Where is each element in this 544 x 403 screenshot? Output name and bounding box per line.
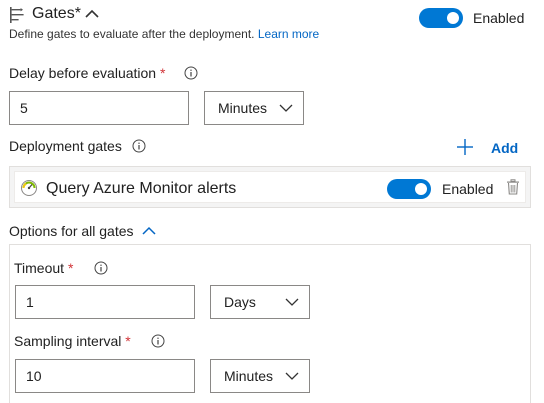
delay-unit-value: Minutes bbox=[218, 100, 268, 116]
timeout-unit-dropdown[interactable]: Days bbox=[210, 285, 310, 319]
gates-enabled-label: Enabled bbox=[473, 10, 525, 26]
chevron-down-icon bbox=[285, 298, 299, 306]
gates-enabled-toggle[interactable] bbox=[419, 8, 463, 28]
gate-enabled-label: Enabled bbox=[442, 181, 494, 197]
gate-row[interactable]: Query Azure Monitor alerts Enabled bbox=[14, 171, 526, 203]
gate-card: Query Azure Monitor alerts Enabled bbox=[9, 166, 531, 208]
info-icon[interactable] bbox=[151, 334, 165, 348]
timeout-input[interactable]: 1 bbox=[15, 285, 195, 319]
required-mark: * bbox=[160, 65, 166, 81]
gates-description-text: Define gates to evaluate after the deplo… bbox=[9, 27, 255, 41]
sampling-label-text: Sampling interval bbox=[14, 333, 122, 349]
sampling-unit-value: Minutes bbox=[224, 368, 274, 384]
chevron-down-icon bbox=[279, 104, 293, 112]
required-mark: * bbox=[67, 260, 74, 276]
azure-monitor-icon bbox=[21, 180, 37, 196]
info-icon[interactable] bbox=[94, 261, 108, 275]
chevron-up-icon[interactable] bbox=[141, 223, 157, 239]
delay-input[interactable]: 5 bbox=[9, 91, 189, 125]
plus-icon[interactable] bbox=[456, 138, 474, 156]
chevron-down-icon bbox=[285, 372, 299, 380]
deployment-gates-label: Deployment gates bbox=[9, 138, 122, 154]
gates-title: Gates* bbox=[32, 5, 81, 22]
options-label: Options for all gates bbox=[9, 223, 134, 239]
info-icon[interactable] bbox=[184, 66, 198, 80]
gate-name: Query Azure Monitor alerts bbox=[46, 180, 237, 197]
learn-more-link[interactable]: Learn more bbox=[258, 27, 319, 41]
gates-icon bbox=[10, 7, 24, 23]
timeout-label-text: Timeout bbox=[14, 260, 65, 276]
timeout-unit-value: Days bbox=[224, 294, 256, 310]
required-mark: * bbox=[125, 333, 131, 349]
gate-enabled-toggle[interactable] bbox=[387, 179, 431, 199]
delay-label-text: Delay before evaluation bbox=[9, 65, 157, 81]
delay-unit-dropdown[interactable]: Minutes bbox=[204, 91, 304, 125]
add-gate-button[interactable]: Add bbox=[491, 139, 518, 157]
toggle-knob bbox=[415, 183, 427, 195]
info-icon[interactable] bbox=[132, 139, 146, 153]
timeout-label: Timeout * bbox=[14, 259, 73, 277]
options-panel: Timeout * 1 Days Sampling interval * 10 … bbox=[9, 244, 531, 403]
delay-label: Delay before evaluation * bbox=[9, 64, 165, 82]
sampling-unit-dropdown[interactable]: Minutes bbox=[210, 359, 310, 393]
trash-icon[interactable] bbox=[506, 179, 520, 195]
sampling-label: Sampling interval * bbox=[14, 332, 131, 350]
toggle-knob bbox=[447, 12, 459, 24]
sampling-input[interactable]: 10 bbox=[15, 359, 195, 393]
gates-description: Define gates to evaluate after the deplo… bbox=[9, 26, 319, 42]
chevron-up-icon[interactable] bbox=[84, 6, 100, 22]
